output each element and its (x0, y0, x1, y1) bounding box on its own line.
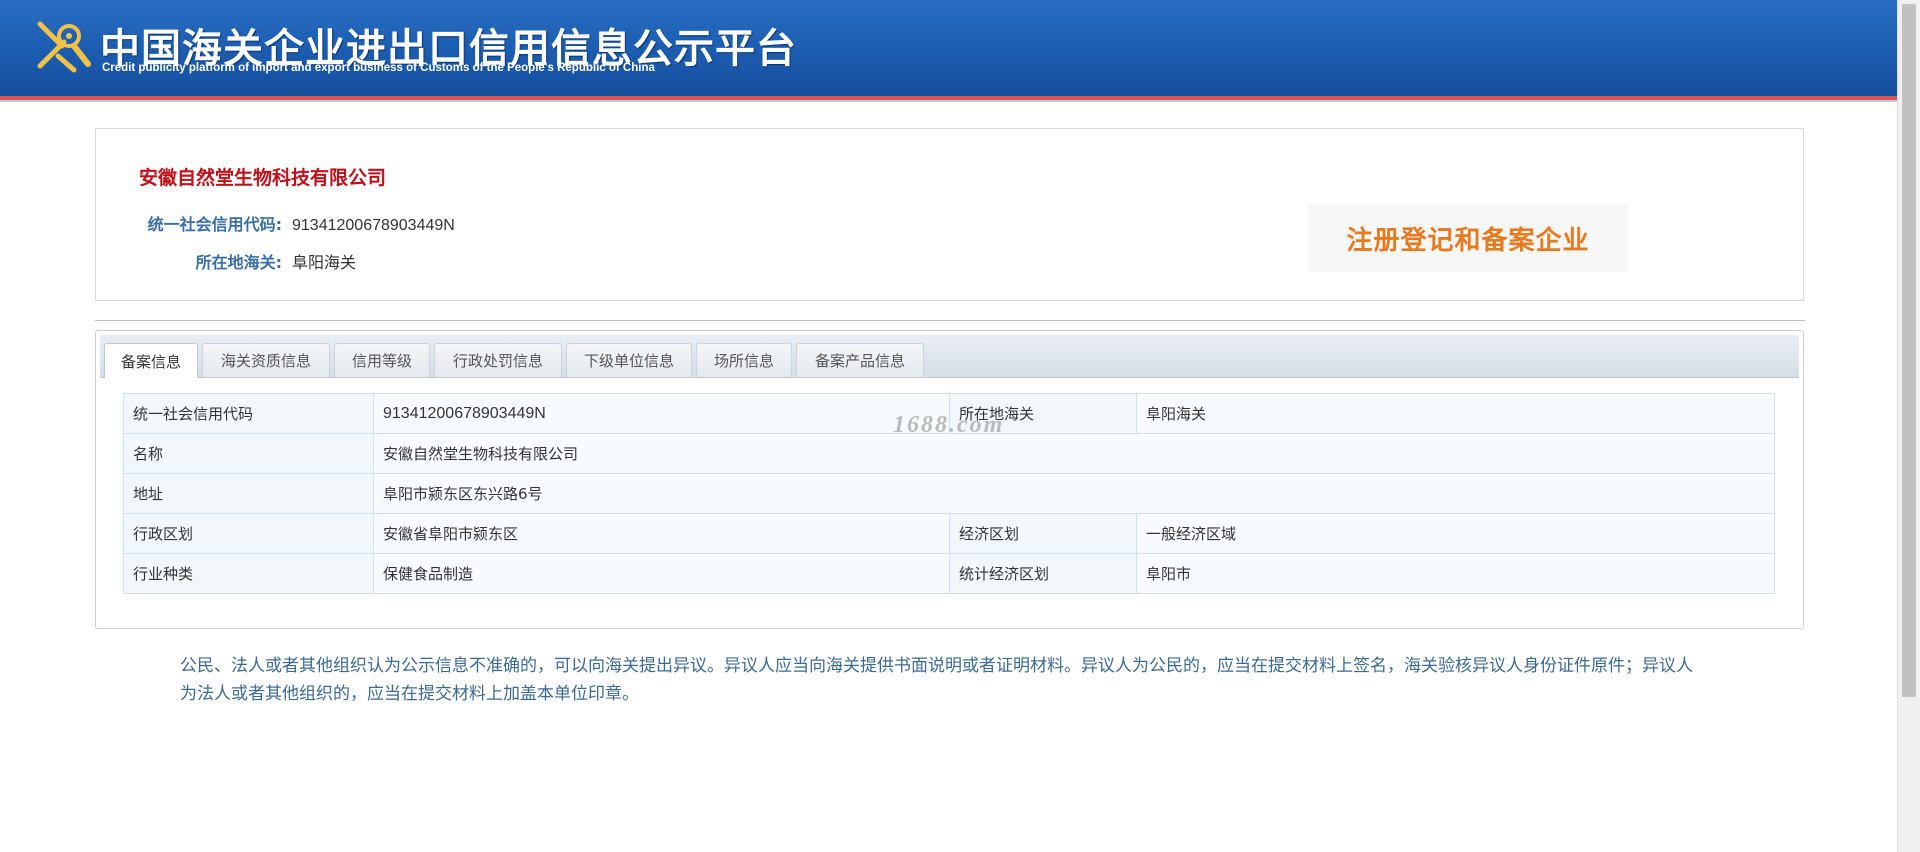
site-header: 中国海关企业进出口信用信息公示平台 Credit publicity platf… (0, 0, 1898, 100)
registration-stamp: 注册登记和备案企业 (1308, 204, 1628, 272)
table-row: 地址 阜阳市颍东区东兴路6号 (123, 473, 1775, 514)
customs-emblem-icon (37, 21, 91, 73)
table-label: 行业种类 (123, 553, 374, 594)
credit-code-value: 91341200678903449N (292, 217, 455, 234)
table-value: 保健食品制造 (373, 553, 950, 594)
table-value: 安徽省阜阳市颍东区 (373, 513, 950, 554)
tab-subordinate-units[interactable]: 下级单位信息 (566, 343, 692, 377)
tab-credit-rating[interactable]: 信用等级 (334, 343, 430, 377)
credit-code-row: 统一社会信用代码: 91341200678903449N (96, 211, 455, 235)
table-value: 安徽自然堂生物科技有限公司 (373, 433, 1775, 474)
table-value: 阜阳市颍东区东兴路6号 (373, 473, 1775, 514)
watermark-text: 1688.com (893, 412, 1005, 438)
table-label: 地址 (123, 473, 374, 514)
company-name: 安徽自然堂生物科技有限公司 (139, 167, 387, 189)
tab-customs-qualification[interactable]: 海关资质信息 (202, 343, 330, 377)
customs-row: 所在地海关: 阜阳海关 (96, 249, 356, 273)
table-row: 名称 安徽自然堂生物科技有限公司 (123, 433, 1775, 474)
credit-code-label: 统一社会信用代码: (147, 215, 282, 234)
table-value: 一般经济区域 (1136, 513, 1775, 554)
table-row: 行政区划 安徽省阜阳市颍东区 经济区划 一般经济区域 (123, 513, 1775, 554)
section-divider (95, 320, 1805, 321)
table-value: 阜阳海关 (1136, 393, 1775, 434)
tab-filed-products[interactable]: 备案产品信息 (796, 343, 924, 377)
table-value: 阜阳市 (1136, 553, 1775, 594)
table-label: 名称 (123, 433, 374, 474)
customs-value: 阜阳海关 (292, 255, 357, 272)
company-summary-card: 安徽自然堂生物科技有限公司 统一社会信用代码: 91341200678903449… (95, 128, 1804, 301)
table-label: 经济区划 (949, 513, 1137, 554)
info-panel: 备案信息 海关资质信息 信用等级 行政处罚信息 下级单位信息 场所信息 备案产品… (95, 330, 1804, 629)
table-label: 统一社会信用代码 (123, 393, 374, 434)
customs-label: 所在地海关: (195, 253, 282, 272)
table-label: 统计经济区划 (949, 553, 1137, 594)
scrollbar-thumb[interactable] (1902, 4, 1916, 697)
page-scrollbar[interactable] (1897, 0, 1920, 852)
tab-admin-penalty[interactable]: 行政处罚信息 (434, 343, 562, 377)
tab-site-info[interactable]: 场所信息 (696, 343, 792, 377)
tab-filing-info[interactable]: 备案信息 (104, 343, 198, 378)
table-value: 91341200678903449N (373, 393, 950, 434)
table-row: 行业种类 保健食品制造 统计经济区划 阜阳市 (123, 553, 1775, 594)
table-label: 行政区划 (123, 513, 374, 554)
tab-bar: 备案信息 海关资质信息 信用等级 行政处罚信息 下级单位信息 场所信息 备案产品… (100, 335, 1799, 378)
objection-notice: 公民、法人或者其他组织认为公示信息不准确的，可以向海关提出异议。异议人应当向海关… (180, 656, 1693, 704)
site-subtitle: Credit publicity platform of import and … (102, 62, 655, 74)
